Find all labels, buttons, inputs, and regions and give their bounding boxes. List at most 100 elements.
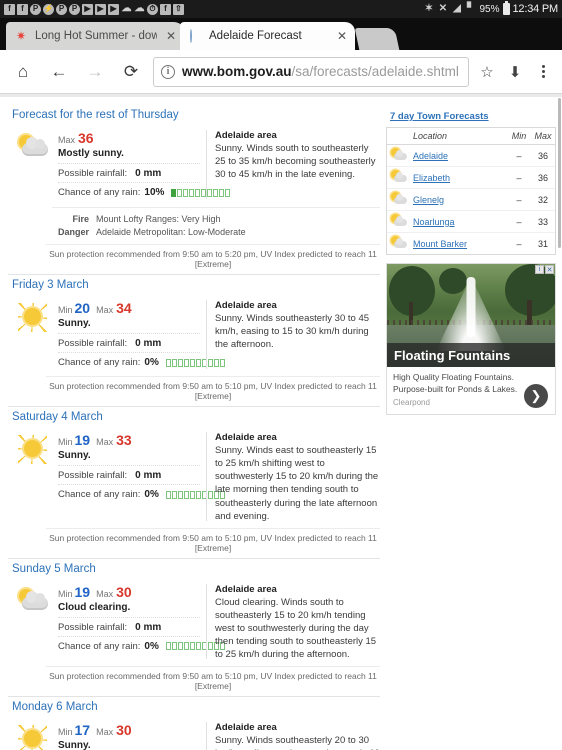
area-forecast-text: Sunny. Winds east to southeasterly 15 to… [215,445,379,522]
max-label: Max [58,135,76,145]
rainfall-row: Possible rainfall: 0 mm [58,465,200,484]
pinterest-icon: P [56,3,67,15]
rain-chance-label: Chance of any rain: [58,357,141,369]
rainfall-value: 0 mm [135,168,162,179]
rain-chance-value: 0% [144,640,159,652]
town-max-cell: 36 [531,166,555,189]
ad-controls[interactable]: i ✕ [535,265,554,274]
weather-icon-cell [8,582,58,662]
min-label: Min [58,305,73,316]
town-link[interactable]: Noarlunga [413,217,455,227]
town-weather-icon-cell [387,233,411,255]
table-row[interactable]: Adelaide –36 [387,144,555,167]
town-min-cell: – [507,144,531,167]
sunny-icon [16,303,50,333]
forecast-column: Forecast for the rest of Thursday Max 36 Mo… [0,105,386,750]
download-icon[interactable]: ⬇ [502,63,528,81]
town-name-cell[interactable]: Noarlunga [411,210,507,233]
advertisement[interactable]: i ✕ Floating Fountains High Quality Floa… [386,263,556,415]
forecast-day-block: Monday 6 MarchMin17Max30Sunny.Possible r… [8,696,380,750]
ad-info-icon[interactable]: i [535,265,544,274]
facebook-icon: f [17,3,28,15]
weather-icon-cell [8,720,58,750]
pinterest-icon: P [69,3,80,15]
close-icon[interactable]: ✕ [335,29,347,43]
rainfall-row: Possible rainfall: 0 mm [58,333,200,352]
ad-next-arrow-icon[interactable]: ❯ [524,383,548,408]
address-bar[interactable]: i www.bom.gov.au/sa/forecasts/adelaide.s… [153,56,469,87]
town-name-cell[interactable]: Mount Barker [411,233,507,255]
browser-toolbar: ⌂ ← → ⟳ i www.bom.gov.au/sa/forecasts/ad… [0,50,562,94]
town-link[interactable]: Elizabeth [413,173,450,183]
new-tab-button[interactable] [354,28,400,50]
bookmark-star-icon[interactable]: ☆ [474,63,500,81]
col-location: Location [411,128,507,145]
rain-chance-row: Chance of any rain: 0% [58,484,225,503]
weather-icon-cell [8,298,58,371]
partly-cloudy-icon [391,148,407,161]
home-icon[interactable]: ⌂ [6,55,40,89]
min-temp: 17 [74,722,91,739]
ad-close-icon[interactable]: ✕ [545,265,554,274]
town-max-cell: 32 [531,188,555,211]
rainfall-label: Possible rainfall: [58,470,128,482]
precis-text: Cloud clearing. [58,601,131,613]
town-link[interactable]: Mount Barker [413,239,467,249]
table-row[interactable]: Elizabeth –36 [387,166,555,189]
close-icon[interactable]: ✕ [164,29,176,43]
uv-advice: Sun protection recommended from 9:50 am … [46,244,380,274]
max-temp: 30 [116,722,132,739]
notification-icons: f f P ⚡ P P ▶ ▶ ▶ ☁ ☁ ⏱ f ⇧ [4,3,424,15]
town-name-cell[interactable]: Elizabeth [411,166,507,189]
page-top-divider [0,94,562,97]
town-name-cell[interactable]: Adelaide [411,144,507,167]
page-scrollbar[interactable] [558,94,562,750]
town-max-cell: 33 [531,210,555,233]
tab-long-hot-summer[interactable]: ✷ Long Hot Summer - down un ✕ [6,22,184,50]
max-label: Max [96,727,114,738]
weather-icon-cell [8,430,58,523]
url-domain: www.bom.gov.au [182,64,292,79]
table-row[interactable]: Noarlunga –33 [387,210,555,233]
town-link[interactable]: Adelaide [413,151,448,161]
precis-text: Sunny. [58,740,91,750]
fire-danger: Fire Danger Mount Lofty Ranges: Very High A… [52,207,380,239]
url-path: /sa/forecasts/adelaide.shtml [291,64,459,79]
table-row[interactable]: Glenelg –32 [387,188,555,211]
town-min-cell: – [507,166,531,189]
temperature-row: Min 17 Max 30 [58,720,200,739]
url-text: www.bom.gov.au/sa/forecasts/adelaide.sht… [182,64,459,79]
town-link[interactable]: Glenelg [413,195,444,205]
reload-icon[interactable]: ⟳ [114,55,148,89]
back-icon[interactable]: ← [42,55,76,89]
forecast-day-block: Saturday 4 March Min 19 Max 33 Sunny. Possible… [8,406,380,558]
rainfall-label: Possible rainfall: [58,168,128,179]
min-temp: 19 [74,432,91,449]
area-title: Adelaide area [215,432,277,444]
rain-chance-value: 0% [144,489,159,501]
partly-cloudy-icon [16,588,50,614]
max-temp: 36 [78,130,94,146]
overflow-menu-icon[interactable] [530,65,556,78]
partly-cloudy-icon [391,192,407,205]
max-temp: 34 [116,300,132,317]
forward-icon[interactable]: → [78,55,112,89]
site-info-icon[interactable]: i [161,64,175,79]
temperature-row: Min 19 Max 33 [58,430,200,449]
tab-adelaide-forecast[interactable]: Adelaide Forecast ✕ [180,22,355,50]
scrollbar-thumb[interactable] [558,98,561,248]
forecast-day-block: Friday 3 March Min 20 Max 34 Sunny. Possible r… [8,274,380,406]
town-min-cell: – [507,210,531,233]
partly-cloudy-icon [391,236,407,249]
table-row[interactable]: Mount Barker – 31 [387,233,555,255]
facebook-icon: f [160,3,171,15]
town-max-cell: 36 [531,144,555,167]
upload-icon: ⇧ [173,3,184,15]
min-temp: 19 [74,583,91,600]
battery-percent: 95% [479,3,500,15]
ad-title: Floating Fountains [394,347,511,363]
temperature-row: Min 20 Max 34 [58,298,200,317]
town-forecasts-link[interactable]: 7 day Town Forecasts [386,109,556,127]
town-name-cell[interactable]: Glenelg [411,188,507,211]
cloud-icon: ☁ [134,3,145,14]
